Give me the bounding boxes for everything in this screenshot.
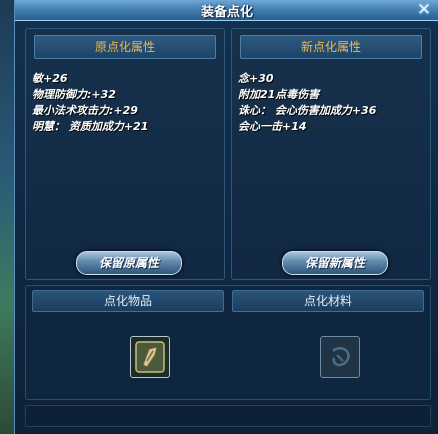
attribute-line: 念+30 <box>238 72 274 85</box>
attribute-line: 附加21点毒伤害 <box>238 88 320 101</box>
material-slot[interactable] <box>320 336 360 378</box>
new-attributes-list: 念+30 附加21点毒伤害 诛心： 会心伤害加成力+36 会心一击+14 <box>238 71 426 135</box>
material-slot-header: 点化材料 <box>232 290 424 312</box>
enhance-slots-area: 点化物品 点化材料 <box>25 285 431 400</box>
empty-material-icon <box>332 347 350 367</box>
original-attributes-panel: 原点化属性 敏+26 物理防御力:+32 最小法术攻击力:+29 明慧： 资质加… <box>25 28 225 280</box>
close-button[interactable]: ✕ <box>415 1 433 19</box>
equipment-item-icon <box>135 341 165 373</box>
attribute-line: 会心一击+14 <box>238 120 307 133</box>
item-slot[interactable] <box>130 336 170 378</box>
attribute-line: 明慧： 资质加成力+21 <box>32 120 149 133</box>
attribute-line: 诛心： 会心伤害加成力+36 <box>238 104 377 117</box>
original-attributes-header: 原点化属性 <box>34 35 216 59</box>
attribute-line: 最小法术攻击力:+29 <box>32 104 138 117</box>
window-footer <box>25 405 431 427</box>
new-attributes-panel: 新点化属性 念+30 附加21点毒伤害 诛心： 会心伤害加成力+36 会心一击+… <box>231 28 431 280</box>
item-slot-header: 点化物品 <box>32 290 224 312</box>
attribute-line: 敏+26 <box>32 72 68 85</box>
equipment-enhance-window: 装备点化 ✕ 原点化属性 敏+26 物理防御力:+32 最小法术攻击力:+29 … <box>14 0 438 434</box>
title-bar[interactable]: 装备点化 ✕ <box>15 0 438 21</box>
keep-new-button[interactable]: 保留新属性 <box>282 251 388 275</box>
attribute-line: 物理防御力:+32 <box>32 88 116 101</box>
new-attributes-header: 新点化属性 <box>240 35 422 59</box>
window-title: 装备点化 <box>200 5 253 20</box>
original-attributes-list: 敏+26 物理防御力:+32 最小法术攻击力:+29 明慧： 资质加成力+21 <box>32 71 220 135</box>
keep-original-button[interactable]: 保留原属性 <box>76 251 182 275</box>
